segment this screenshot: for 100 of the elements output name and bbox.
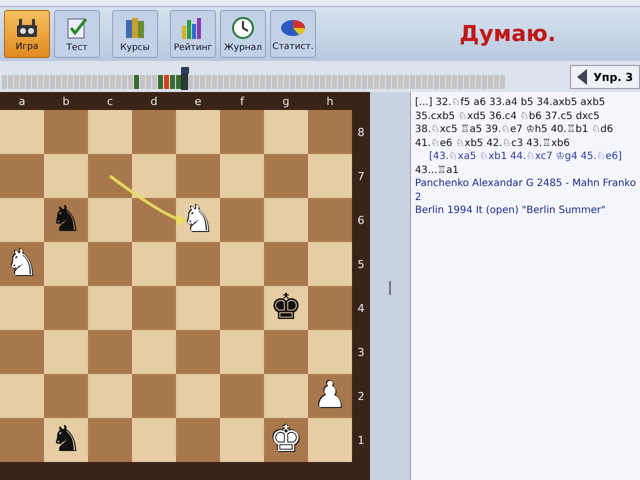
- move-cell[interactable]: [218, 75, 223, 89]
- move-cell[interactable]: [122, 75, 127, 89]
- move-cell[interactable]: [494, 75, 499, 89]
- toolbar-button[interactable]: Журнал: [220, 10, 266, 58]
- move-cell[interactable]: [500, 75, 505, 89]
- move-cell[interactable]: [344, 75, 349, 89]
- move-cell[interactable]: [326, 75, 331, 89]
- board-square[interactable]: [308, 374, 352, 418]
- chess-piece[interactable]: ♚: [270, 422, 302, 458]
- toolbar-button[interactable]: Рейтинг: [170, 10, 216, 58]
- move-cell[interactable]: [458, 75, 463, 89]
- move-cell[interactable]: [62, 75, 67, 89]
- move-cell[interactable]: [362, 75, 367, 89]
- move-cell[interactable]: [488, 75, 493, 89]
- move-cell[interactable]: [146, 75, 151, 89]
- move-cell[interactable]: [152, 75, 157, 89]
- move-cell[interactable]: [350, 75, 355, 89]
- exercise-button[interactable]: Упр. 3: [570, 65, 640, 89]
- move-cell[interactable]: [194, 75, 199, 89]
- toolbar-button[interactable]: Курсы: [112, 10, 158, 58]
- toolbar-button[interactable]: Статист.: [270, 10, 316, 58]
- toolbar-button[interactable]: Игра: [4, 10, 50, 58]
- move-cell[interactable]: [452, 75, 457, 89]
- move-cell[interactable]: [236, 75, 241, 89]
- move-cell[interactable]: [404, 75, 409, 89]
- move-cell[interactable]: [38, 75, 43, 89]
- board-square[interactable]: [0, 242, 44, 286]
- move-cell[interactable]: [398, 75, 403, 89]
- move-cell[interactable]: [80, 75, 85, 89]
- move-cell[interactable]: [170, 75, 175, 89]
- move-cell[interactable]: [248, 75, 253, 89]
- move-cell[interactable]: [68, 75, 73, 89]
- board-square[interactable]: [44, 418, 88, 462]
- move-cell[interactable]: [422, 75, 427, 89]
- move-cell[interactable]: [446, 75, 451, 89]
- board-square[interactable]: [176, 198, 220, 242]
- move-cell[interactable]: [380, 75, 385, 89]
- move-cell[interactable]: [188, 75, 193, 89]
- move-cell[interactable]: [200, 75, 205, 89]
- move-cell[interactable]: [284, 75, 289, 89]
- move-cell[interactable]: [206, 75, 211, 89]
- move-cell[interactable]: [308, 75, 313, 89]
- move-cell[interactable]: [476, 75, 481, 89]
- move-cell[interactable]: [116, 75, 121, 89]
- move-cell[interactable]: [92, 75, 97, 89]
- chess-piece[interactable]: ♚: [270, 290, 302, 326]
- move-cell[interactable]: [272, 75, 277, 89]
- move-cell[interactable]: [8, 75, 13, 89]
- move-cell[interactable]: [128, 75, 133, 89]
- chess-piece[interactable]: ♞: [50, 202, 82, 238]
- move-cell[interactable]: [164, 75, 169, 89]
- move-cell[interactable]: [14, 75, 19, 89]
- move-cell[interactable]: [320, 75, 325, 89]
- move-cell[interactable]: [416, 75, 421, 89]
- move-cell[interactable]: [134, 75, 139, 89]
- move-cell[interactable]: [44, 75, 49, 89]
- board-square[interactable]: [264, 418, 308, 462]
- board-square[interactable]: [264, 286, 308, 330]
- move-cell[interactable]: [434, 75, 439, 89]
- move-cell[interactable]: [26, 75, 31, 89]
- move-cell[interactable]: [410, 75, 415, 89]
- move-cell[interactable]: [278, 75, 283, 89]
- move-cell[interactable]: [86, 75, 91, 89]
- move-cell[interactable]: [140, 75, 145, 89]
- move-cell[interactable]: [2, 75, 7, 89]
- move-cell[interactable]: [32, 75, 37, 89]
- move-cell[interactable]: [386, 75, 391, 89]
- move-cell[interactable]: [428, 75, 433, 89]
- toolbar-button[interactable]: Тест: [54, 10, 100, 58]
- move-cell[interactable]: [242, 75, 247, 89]
- chess-piece[interactable]: ♞: [6, 246, 38, 282]
- move-cell[interactable]: [266, 75, 271, 89]
- move-cell[interactable]: [290, 75, 295, 89]
- move-cell[interactable]: [260, 75, 265, 89]
- move-cell[interactable]: [332, 75, 337, 89]
- move-cell[interactable]: [98, 75, 103, 89]
- move-cell[interactable]: [56, 75, 61, 89]
- move-cell[interactable]: [254, 75, 259, 89]
- move-cell[interactable]: [110, 75, 115, 89]
- move-cell[interactable]: [302, 75, 307, 89]
- move-cell[interactable]: [440, 75, 445, 89]
- move-cell[interactable]: [104, 75, 109, 89]
- move-cell[interactable]: [176, 75, 181, 89]
- move-cell[interactable]: [212, 75, 217, 89]
- move-cell[interactable]: [356, 75, 361, 89]
- move-cell[interactable]: [338, 75, 343, 89]
- move-cell[interactable]: [374, 75, 379, 89]
- move-cell[interactable]: [20, 75, 25, 89]
- move-cell[interactable]: [368, 75, 373, 89]
- move-cell[interactable]: [74, 75, 79, 89]
- move-cell[interactable]: [296, 75, 301, 89]
- move-cell[interactable]: [464, 75, 469, 89]
- chess-piece[interactable]: ♟: [314, 378, 346, 414]
- move-cell[interactable]: [50, 75, 55, 89]
- move-cell[interactable]: [230, 75, 235, 89]
- move-cell[interactable]: [224, 75, 229, 89]
- move-cell[interactable]: [392, 75, 397, 89]
- move-cell[interactable]: [314, 75, 319, 89]
- chess-piece[interactable]: ♞: [50, 422, 82, 458]
- move-cell[interactable]: [182, 75, 187, 89]
